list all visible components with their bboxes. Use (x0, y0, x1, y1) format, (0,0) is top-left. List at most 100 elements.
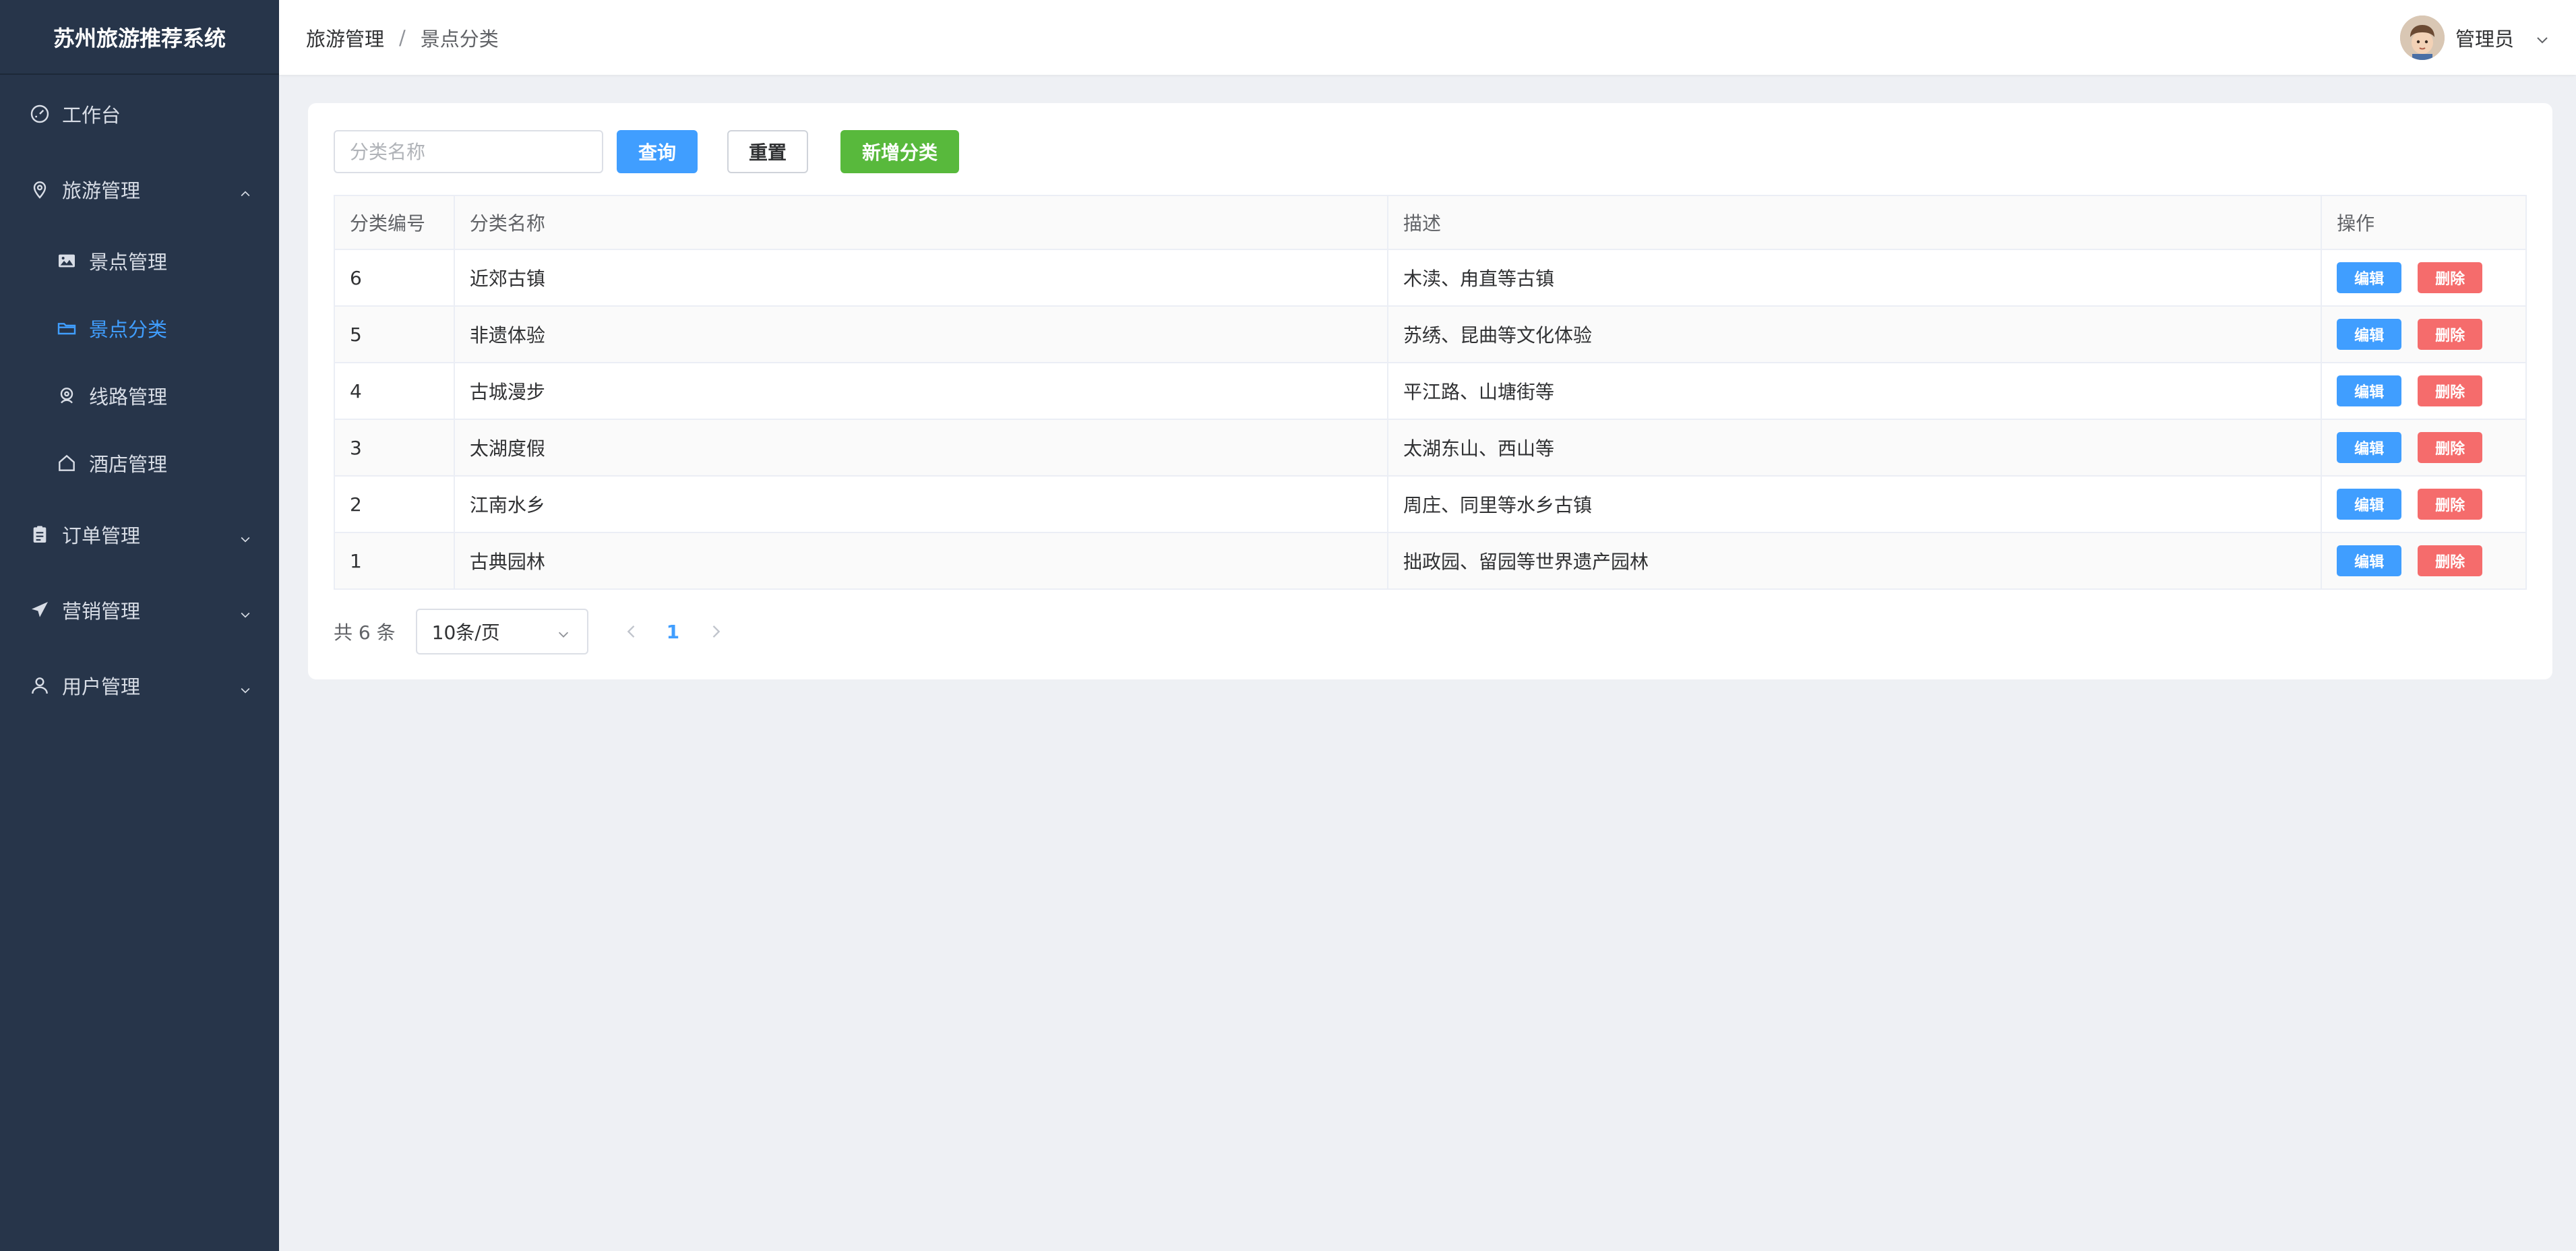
cell-actions: 编辑 删除 (2321, 532, 2527, 590)
page-size-value: 10条/页 (431, 621, 500, 644)
cell-name: 古典园林 (453, 532, 1388, 590)
user-icon (28, 674, 51, 697)
sidebar-item-marketing[interactable]: 营销管理 (0, 572, 279, 648)
pagination: 共 6 条 10条/页 1 (334, 609, 725, 654)
sidebar: 苏州旅游推荐系统 工作台 旅游管理 景点管理 景点分类 线路管理 酒店管理 订单… (0, 0, 279, 1251)
cell-actions: 编辑 删除 (2321, 419, 2527, 477)
reset-button[interactable]: 重置 (727, 130, 808, 173)
query-button[interactable]: 查询 (617, 130, 698, 173)
delete-button[interactable]: 删除 (2418, 319, 2483, 350)
sidebar-item-hotels[interactable]: 酒店管理 (0, 429, 279, 497)
app-title: 苏州旅游推荐系统 (0, 0, 279, 75)
column-header-desc: 描述 (1386, 195, 2323, 250)
sidebar-item-category[interactable]: 景点分类 (0, 295, 279, 362)
column-header-actions: 操作 (2321, 195, 2527, 250)
prev-page-icon[interactable] (622, 622, 641, 641)
category-table: 分类编号 分类名称 描述 操作 6 近郊古镇 木渎、甪直等古镇 编辑删除 5 (334, 195, 2527, 590)
cell-actions: 编辑 删除 (2321, 249, 2527, 307)
category-name-search-input[interactable] (334, 130, 603, 173)
sidebar-item-users[interactable]: 用户管理 (0, 648, 279, 723)
table-row: 4 古城漫步 平江路、山塘街等 编辑 删除 (334, 362, 2527, 420)
breadcrumb: 旅游管理 / 景点分类 (279, 24, 499, 52)
total-count: 共 6 条 (334, 621, 396, 644)
sidebar-item-label: 工作台 (62, 104, 121, 127)
cell-desc: 平江路、山塘街等 (1386, 362, 2323, 420)
delete-button[interactable]: 删除 (2418, 262, 2483, 293)
house-icon (55, 452, 78, 475)
sidebar-item-routes[interactable]: 线路管理 (0, 362, 279, 429)
sidebar-item-dashboard[interactable]: 工作台 (0, 76, 279, 152)
cell-desc: 苏绣、昆曲等文化体验 (1386, 305, 2323, 363)
edit-button[interactable]: 编辑 (2337, 489, 2402, 520)
breadcrumb-item-current: 景点分类 (420, 27, 499, 51)
page-size-select[interactable]: 10条/页 (415, 609, 588, 654)
sidebar-item-label: 营销管理 (62, 600, 141, 623)
column-header-name: 分类名称 (453, 195, 1388, 250)
edit-button[interactable]: 编辑 (2337, 262, 2402, 293)
delete-button[interactable]: 删除 (2418, 375, 2483, 406)
table-row: 3 太湖度假 太湖东山、西山等 编辑 删除 (334, 419, 2527, 477)
avatar (2399, 15, 2445, 60)
add-category-button[interactable]: 新增分类 (840, 130, 959, 173)
cell-id: 1 (334, 532, 455, 590)
delete-button[interactable]: 删除 (2418, 489, 2483, 520)
delete-button[interactable]: 删除 (2418, 545, 2483, 576)
cell-name: 江南水乡 (453, 475, 1388, 533)
user-name: 管理员 (2455, 27, 2514, 51)
cell-id: 6 (334, 249, 455, 307)
sidebar-menu: 工作台 旅游管理 景点管理 景点分类 线路管理 酒店管理 订单管理 营销管理 用… (0, 76, 279, 723)
sidebar-item-label: 线路管理 (89, 386, 168, 408)
cell-desc: 木渎、甪直等古镇 (1386, 249, 2323, 307)
table-header-row: 分类编号 分类名称 描述 操作 (334, 195, 2527, 250)
category-card: 查询 重置 新增分类 分类编号 分类名称 描述 操作 6 近郊古镇 木渎、甪直等… (308, 103, 2552, 679)
sidebar-item-label: 景点管理 (89, 251, 168, 274)
cell-desc: 周庄、同里等水乡古镇 (1386, 475, 2323, 533)
cell-name: 近郊古镇 (453, 249, 1388, 307)
user-menu[interactable]: 管理员 (2399, 0, 2550, 75)
table-row: 6 近郊古镇 木渎、甪直等古镇 编辑 删除 (334, 249, 2527, 307)
picture-icon (55, 249, 78, 272)
sidebar-item-label: 旅游管理 (62, 179, 141, 202)
cell-desc: 拙政园、留园等世界遗产园林 (1386, 532, 2323, 590)
cell-id: 5 (334, 305, 455, 363)
cell-actions: 编辑 删除 (2321, 362, 2527, 420)
chevron-up-icon (239, 183, 252, 197)
search-toolbar: 查询 重置 新增分类 (334, 130, 959, 173)
sidebar-item-label: 订单管理 (62, 524, 141, 547)
column-header-id: 分类编号 (334, 195, 455, 250)
cell-id: 3 (334, 419, 455, 477)
cell-desc: 太湖东山、西山等 (1386, 419, 2323, 477)
cell-name: 太湖度假 (453, 419, 1388, 477)
map-pin-icon (55, 384, 78, 407)
sidebar-item-label: 景点分类 (89, 318, 168, 341)
breadcrumb-item-travel[interactable]: 旅游管理 (306, 24, 384, 52)
cell-actions: 编辑 删除 (2321, 475, 2527, 533)
sidebar-item-label: 用户管理 (62, 675, 141, 698)
sidebar-item-travel[interactable]: 旅游管理 (0, 152, 279, 227)
cell-id: 2 (334, 475, 455, 533)
send-icon (28, 599, 51, 621)
sidebar-item-scenic[interactable]: 景点管理 (0, 227, 279, 295)
edit-button[interactable]: 编辑 (2337, 432, 2402, 463)
edit-button[interactable]: 编辑 (2337, 319, 2402, 350)
edit-button[interactable]: 编辑 (2337, 375, 2402, 406)
page-number[interactable]: 1 (667, 621, 679, 643)
top-header: 旅游管理 / 景点分类 管理员 (279, 0, 2576, 75)
sidebar-item-orders[interactable]: 订单管理 (0, 497, 279, 572)
edit-button[interactable]: 编辑 (2337, 545, 2402, 576)
folder-icon (55, 317, 78, 340)
app-root: 苏州旅游推荐系统 工作台 旅游管理 景点管理 景点分类 线路管理 酒店管理 订单… (0, 0, 2576, 1251)
cell-name: 非遗体验 (453, 305, 1388, 363)
cell-id: 4 (334, 362, 455, 420)
table-row: 5 非遗体验 苏绣、昆曲等文化体验 编辑 删除 (334, 305, 2527, 363)
chevron-down-icon (239, 679, 252, 694)
chevron-down-icon (556, 624, 571, 639)
cell-actions: 编辑 删除 (2321, 305, 2527, 363)
chevron-down-icon (2534, 30, 2550, 46)
chevron-down-icon (239, 528, 252, 543)
table-row: 1 古典园林 拙政园、留园等世界遗产园林 编辑 删除 (334, 532, 2527, 590)
delete-button[interactable]: 删除 (2418, 432, 2483, 463)
clipboard-icon (28, 523, 51, 546)
table-row: 2 江南水乡 周庄、同里等水乡古镇 编辑 删除 (334, 475, 2527, 533)
next-page-icon[interactable] (706, 622, 725, 641)
